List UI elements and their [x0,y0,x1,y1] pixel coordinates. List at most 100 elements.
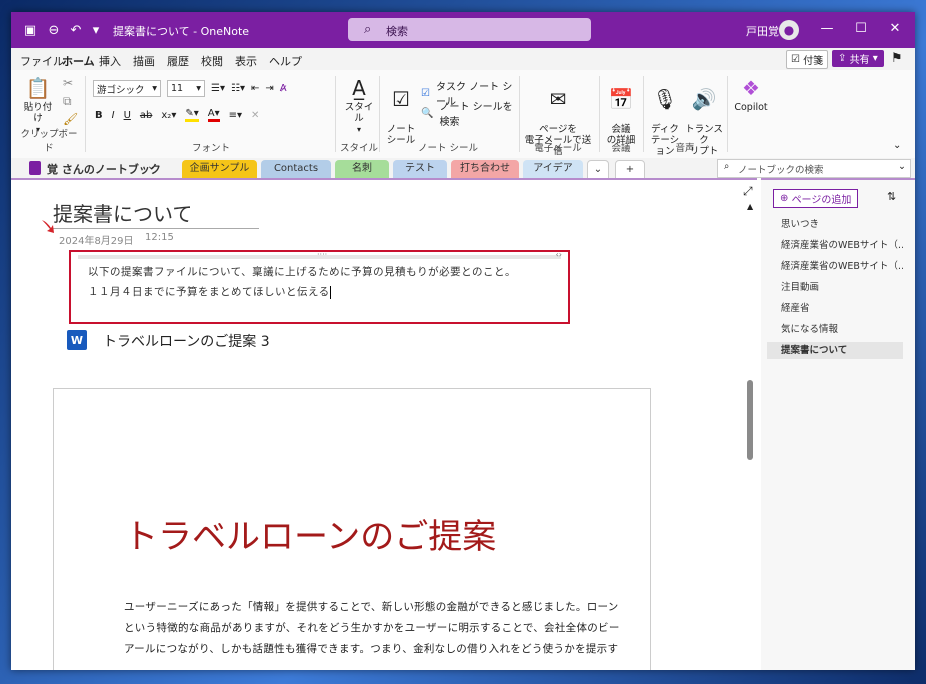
font-name-value: 游ゴシック [97,84,145,96]
avatar[interactable]: ● [779,20,799,40]
copilot-label: Copilot [734,102,768,113]
page-canvas[interactable]: ⤢ ▲ 提案書について 2024年8月29日 12:15 ···· ‹› 以下の… [11,178,757,670]
menu-file[interactable]: ファイル [20,53,64,69]
highlight-icon[interactable]: ✎▾ [185,108,199,122]
note-line-2[interactable]: １１月４日までに予算をまとめてほしいと伝える [88,284,331,299]
file-title[interactable]: トラベルローンのご提案 3 [103,331,270,351]
copilot-button[interactable]: ❖ Copilot [731,75,771,114]
microphone-icon: 🎙 [652,86,678,111]
undo-icon[interactable]: ↶ [67,21,85,39]
feedback-icon[interactable]: ⚑ [891,51,903,66]
meeting-group-label: 会議 [611,143,631,154]
sections-dropdown[interactable]: ⌄ [587,160,609,180]
document-paragraph-line: アールにつながり、しかも話題性も獲得できます。つまり、金利なしの借り入れをどう使… [124,643,619,655]
subscript-icon[interactable]: x₂▾ [161,110,176,121]
page-title[interactable]: 提案書について [53,198,192,227]
share-icon: ⇪ [838,53,850,64]
outdent-icon[interactable]: ⇤ [251,83,259,94]
clear-format-icon[interactable]: A̷ [280,83,287,94]
scroll-up-icon[interactable]: ▲ [747,202,753,211]
bold-icon[interactable]: B [95,110,103,121]
tab-kikaku-sample[interactable]: 企画サンプル [182,160,257,178]
page-list-item[interactable]: 経済産業省のWEBサイト（… [767,258,903,275]
tab-meishi[interactable]: 名刺 [335,160,389,178]
cut-icon[interactable]: ✂ [63,76,73,90]
style-group-label: スタイル [339,143,378,154]
maximize-button[interactable]: ☐ [851,21,871,36]
chevron-down-icon[interactable]: ⌄ [147,161,155,172]
divider [85,76,86,152]
tab-uchiawase[interactable]: 打ち合わせ [451,160,519,178]
style-button-label: スタイル [344,102,374,124]
close-button[interactable]: ✕ [885,21,905,36]
title-bar: ▣ ⊖ ↶ ▾ 提案書について - OneNote ⌕ 検索 戸田覚 ● — ☐… [11,12,915,48]
copy-icon[interactable]: ⧉ [63,94,72,109]
notebook-search-input[interactable]: ⌕ ノートブックの検索 ⌄ [717,159,911,178]
drag-dots-icon: ···· [317,250,328,259]
style-button[interactable]: A̲ スタイル ▾ [341,76,377,135]
menu-help[interactable]: ヘルプ [269,53,302,69]
back-icon[interactable]: ⊖ [45,21,63,39]
menu-draw[interactable]: 描画 [133,53,155,69]
search-box[interactable]: ⌕ 検索 [348,18,591,41]
page-list-item[interactable]: 思いつき [767,216,903,233]
note-tag-button[interactable]: ☑ ノート シール [385,76,417,147]
quick-access-dropdown-icon[interactable]: ▾ [87,21,105,39]
menu-home[interactable]: ホーム [62,53,95,74]
menu-view[interactable]: 表示 [235,53,257,69]
page-time: 12:15 [145,232,174,243]
copilot-icon: ❖ [742,75,760,100]
minimize-button[interactable]: — [817,21,837,36]
bullets-icon[interactable]: ☰▾ [211,83,225,94]
onenote-window: ▣ ⊖ ↶ ▾ 提案書について - OneNote ⌕ 検索 戸田覚 ● — ☐… [11,12,915,670]
sticky-note-button[interactable]: ☑ 付箋 [786,50,829,69]
page-list-item[interactable]: 経産省 [767,300,903,317]
sort-icon[interactable]: ⇅ [887,190,896,203]
menu-history[interactable]: 履歴 [167,53,189,69]
add-page-button[interactable]: ⊕ ページの追加 [773,189,859,208]
font-size-combo[interactable]: 11 ▾ [167,80,205,97]
resize-icon[interactable]: ‹› [556,250,562,259]
add-section-button[interactable]: + [615,160,645,180]
underline-icon[interactable]: U [124,110,131,121]
clipboard-group: 📋 貼り付け ▾ ✂ ⧉ 🖌 クリップボード [17,72,81,156]
expand-icon[interactable]: ⤢ [743,184,753,199]
collapse-ribbon-icon[interactable]: ⌄ [893,140,901,151]
notebook-name[interactable]: 覚 さんのノートブック [47,161,161,177]
page-list-item[interactable]: 気になる情報 [767,321,903,338]
divider [519,76,520,152]
style-icon: A̲ [352,75,366,100]
scrollbar-thumb[interactable] [747,380,753,460]
tab-test[interactable]: テスト [393,160,447,178]
font-color-icon[interactable]: A▾ [207,108,220,122]
menu-insert[interactable]: 挿入 [99,53,121,69]
share-button[interactable]: ⇪ 共有 ▾ [832,50,884,67]
note-container[interactable]: ···· ‹› 以下の提案書ファイルについて、稟議に上げるために予算の見積もりが… [69,250,570,324]
word-file-icon[interactable]: W [67,330,87,350]
divider [643,76,644,152]
meeting-details-button[interactable]: 📅 会議 の詳細 [603,76,639,147]
page-list-item-active[interactable]: 提案書について [767,342,903,359]
envelope-icon: ✉ [549,86,567,111]
share-label: 共有 [849,55,870,66]
numbering-icon[interactable]: ☷▾ [231,83,245,94]
divider [727,76,728,152]
user-name[interactable]: 戸田覚 [746,23,779,39]
align-icon[interactable]: ≡▾ [229,110,242,121]
strikethrough-icon[interactable]: ab [140,110,152,121]
format-painter-icon[interactable]: 🖌 [63,112,78,126]
tab-contacts[interactable]: Contacts [261,160,331,178]
note-line-1[interactable]: 以下の提案書ファイルについて、稟議に上げるために予算の見積もりが必要とのこと。 [88,264,516,279]
page-list-item[interactable]: 注目動画 [767,279,903,296]
onenote-logo-icon: ▣ [23,22,37,38]
menu-review[interactable]: 校閲 [201,53,223,69]
delete-icon[interactable]: ✕ [251,110,259,121]
italic-icon[interactable]: I [112,110,115,121]
find-tags-button[interactable]: 🔍 ノート シールを検索 [421,98,513,128]
indent-icon[interactable]: ⇥ [265,83,273,94]
font-name-combo[interactable]: 游ゴシック ▾ [93,80,161,97]
font-group-label: フォント [191,143,230,154]
document-printout: トラベルローンのご提案 ユーザーニーズにあった「情報」を提供することで、新しい形… [53,388,651,670]
page-list-item[interactable]: 経済産業省のWEBサイト（… [767,237,903,254]
tab-idea[interactable]: アイデア [523,160,583,180]
